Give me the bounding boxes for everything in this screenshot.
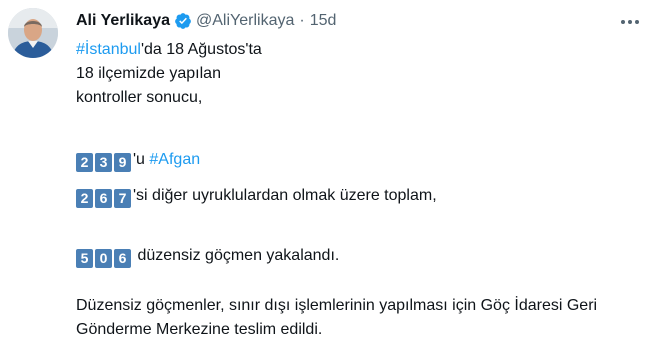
tweet-time[interactable]: 15d (310, 12, 337, 30)
separator-dot: · (299, 12, 305, 29)
final-line-2: Gönderme Merkezine teslim edildi. (76, 321, 323, 338)
profile-photo (8, 8, 58, 58)
row1-suffix: 'u (133, 151, 150, 168)
keycap-digit: 2 (76, 153, 93, 172)
keycap-digit: 3 (95, 153, 112, 172)
row2-text: 'si diğer uyruklulardan olmak üzere topl… (133, 187, 437, 204)
keycap-digit: 5 (76, 249, 93, 268)
avatar[interactable] (8, 8, 58, 58)
text-line-3: kontroller sonucu, (76, 89, 203, 106)
keycap-digit: 9 (114, 153, 131, 172)
author-handle[interactable]: @AliYerlikaya (196, 12, 294, 30)
row-506: 506 düzensiz göçmen yakalandı. (76, 244, 339, 268)
more-dots-icon[interactable] (618, 10, 642, 34)
author-name[interactable]: Ali Yerlikaya (76, 12, 170, 30)
verified-badge-icon (174, 12, 192, 30)
text-line-2: 18 ilçemizde yapılan (76, 65, 221, 82)
keycap-digit: 6 (114, 249, 131, 268)
hashtag-istanbul[interactable]: #İstanbul (76, 41, 141, 58)
keycap-digit: 6 (95, 189, 112, 208)
row3-text: düzensiz göçmen yakalandı. (133, 247, 340, 264)
text-line-1: #İstanbul'da 18 Ağustos'ta (76, 38, 262, 62)
row-267: 2 6 7'si diğer uyruklulardan olmak üzere t… (76, 184, 437, 208)
final-line-1: Düzensiz göçmenler, sınır dışı işlemleri… (76, 297, 598, 314)
row-239: 2 3 9'u #Afgan (76, 148, 200, 172)
keycap-digit: 7 (114, 189, 131, 208)
hashtag-afgan[interactable]: #Afgan (149, 151, 200, 168)
tweet: Ali Yerlikaya @AliYerlikaya · 15d #İstan… (0, 0, 660, 350)
tweet-header: Ali Yerlikaya @AliYerlikaya · 15d (76, 12, 336, 30)
keycap-digit: 2 (76, 189, 93, 208)
keycap-digit: 0 (95, 249, 112, 268)
line1-text: 'da 18 Ağustos'ta (140, 41, 262, 58)
